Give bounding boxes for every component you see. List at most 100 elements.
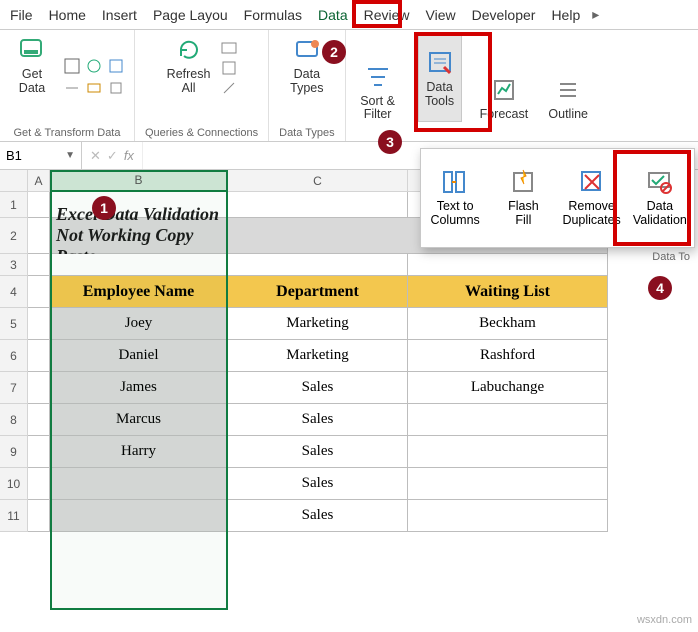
col-header[interactable]: A xyxy=(28,170,50,192)
row-header[interactable]: 2 xyxy=(0,218,28,254)
step-badge-4: 4 xyxy=(648,276,672,300)
row-header[interactable]: 6 xyxy=(0,340,28,372)
data-cell[interactable] xyxy=(408,468,608,500)
tab-view[interactable]: View xyxy=(418,3,464,27)
cell[interactable] xyxy=(28,308,50,340)
cell[interactable] xyxy=(28,340,50,372)
cell[interactable] xyxy=(28,436,50,468)
cell[interactable] xyxy=(50,254,228,276)
from-table-icon[interactable] xyxy=(108,58,124,74)
properties-icon[interactable] xyxy=(221,60,237,76)
row-header[interactable]: 4 xyxy=(0,276,28,308)
col-header[interactable]: B xyxy=(50,170,228,192)
cell[interactable] xyxy=(228,192,408,218)
get-transform-small-buttons xyxy=(64,58,124,96)
data-validation-label: Data Validation xyxy=(633,200,687,228)
cell[interactable] xyxy=(28,468,50,500)
data-cell[interactable]: Marketing xyxy=(228,340,408,372)
data-tools-button[interactable]: Data Tools xyxy=(418,34,462,122)
tab-pagelayout[interactable]: Page Layou xyxy=(145,3,236,27)
name-box[interactable]: B1 ▼ xyxy=(0,142,82,169)
title-cell[interactable]: Excel Data Validation Not Working Copy P… xyxy=(50,218,228,254)
data-cell[interactable]: Rashford xyxy=(408,340,608,372)
header-cell[interactable]: Department xyxy=(228,276,408,308)
ribbon-overflow-icon[interactable]: ▸ xyxy=(588,6,603,23)
recent-sources-icon[interactable] xyxy=(64,80,80,96)
more-icon[interactable] xyxy=(108,80,124,96)
tab-home[interactable]: Home xyxy=(41,3,94,27)
get-data-button[interactable]: Get Data xyxy=(10,34,54,96)
cell[interactable] xyxy=(28,276,50,308)
data-cell[interactable] xyxy=(408,404,608,436)
from-text-icon[interactable] xyxy=(64,58,80,74)
existing-conn-icon[interactable] xyxy=(86,80,102,96)
name-box-dropdown-icon[interactable]: ▼ xyxy=(65,150,75,161)
data-cell[interactable]: Harry xyxy=(50,436,228,468)
row-header[interactable]: 3 xyxy=(0,254,28,276)
row-header[interactable]: 1 xyxy=(0,192,28,218)
header-cell[interactable]: Waiting List xyxy=(408,276,608,308)
flash-fill-button[interactable]: Flash Fill xyxy=(489,149,557,247)
flash-fill-icon xyxy=(509,168,537,196)
fx-icon[interactable]: fx xyxy=(124,148,134,163)
cell[interactable] xyxy=(28,500,50,532)
row-header[interactable]: 9 xyxy=(0,436,28,468)
data-types-button[interactable]: Data Types xyxy=(285,34,329,96)
tab-insert[interactable]: Insert xyxy=(94,3,145,27)
from-web-icon[interactable] xyxy=(86,58,102,74)
cancel-icon[interactable]: ✕ xyxy=(90,148,101,164)
refresh-all-button[interactable]: Refresh All xyxy=(167,34,211,96)
tab-help[interactable]: Help xyxy=(543,3,588,27)
cell[interactable] xyxy=(28,218,50,254)
data-cell[interactable]: Sales xyxy=(228,436,408,468)
data-cell[interactable] xyxy=(50,468,228,500)
cell[interactable] xyxy=(28,254,50,276)
sort-filter-button[interactable]: Sort & Filter xyxy=(356,61,400,123)
data-cell[interactable]: Sales xyxy=(228,468,408,500)
cell[interactable] xyxy=(228,254,408,276)
group-get-transform: Get Data Get & Transform Data xyxy=(0,30,135,141)
data-cell[interactable]: Sales xyxy=(228,404,408,436)
cell[interactable] xyxy=(28,404,50,436)
data-cell[interactable]: Labuchange xyxy=(408,372,608,404)
enter-icon[interactable]: ✓ xyxy=(107,148,118,164)
row-header[interactable]: 8 xyxy=(0,404,28,436)
data-cell[interactable] xyxy=(408,500,608,532)
cell[interactable] xyxy=(28,372,50,404)
outline-button[interactable]: Outline xyxy=(546,74,590,122)
select-all-corner[interactable] xyxy=(0,170,28,192)
forecast-button[interactable]: Forecast xyxy=(480,74,529,122)
col-header[interactable]: C xyxy=(228,170,408,192)
tab-formulas[interactable]: Formulas xyxy=(236,3,310,27)
remove-duplicates-button[interactable]: Remove Duplicates xyxy=(558,149,626,247)
data-validation-button[interactable]: Data Validation xyxy=(626,149,694,247)
queries-icon[interactable] xyxy=(221,40,237,56)
data-cell[interactable]: Daniel xyxy=(50,340,228,372)
row-header[interactable]: 5 xyxy=(0,308,28,340)
tab-developer[interactable]: Developer xyxy=(464,3,544,27)
data-cell[interactable]: James xyxy=(50,372,228,404)
data-tools-icon xyxy=(424,47,456,79)
header-cell[interactable]: Employee Name xyxy=(50,276,228,308)
row-header[interactable]: 7 xyxy=(0,372,28,404)
tab-file[interactable]: File xyxy=(2,3,41,27)
edit-links-icon[interactable] xyxy=(221,80,237,96)
row-header[interactable]: 10 xyxy=(0,468,28,500)
data-cell[interactable]: Sales xyxy=(228,372,408,404)
data-cell[interactable]: Beckham xyxy=(408,308,608,340)
tab-review[interactable]: Review xyxy=(356,3,418,27)
data-cell[interactable]: Marketing xyxy=(228,308,408,340)
data-cell[interactable]: Joey xyxy=(50,308,228,340)
data-cell[interactable]: Sales xyxy=(228,500,408,532)
group-queries: Refresh All Queries & Connections xyxy=(135,30,269,141)
data-cell[interactable] xyxy=(50,500,228,532)
tab-data[interactable]: Data xyxy=(310,3,356,27)
text-to-columns-button[interactable]: Text to Columns xyxy=(421,149,489,247)
data-cell[interactable] xyxy=(408,436,608,468)
title-cell[interactable] xyxy=(228,218,408,254)
sort-filter-label: Sort & Filter xyxy=(360,95,395,123)
cell[interactable] xyxy=(28,192,50,218)
row-header[interactable]: 11 xyxy=(0,500,28,532)
cell[interactable] xyxy=(408,254,608,276)
data-cell[interactable]: Marcus xyxy=(50,404,228,436)
